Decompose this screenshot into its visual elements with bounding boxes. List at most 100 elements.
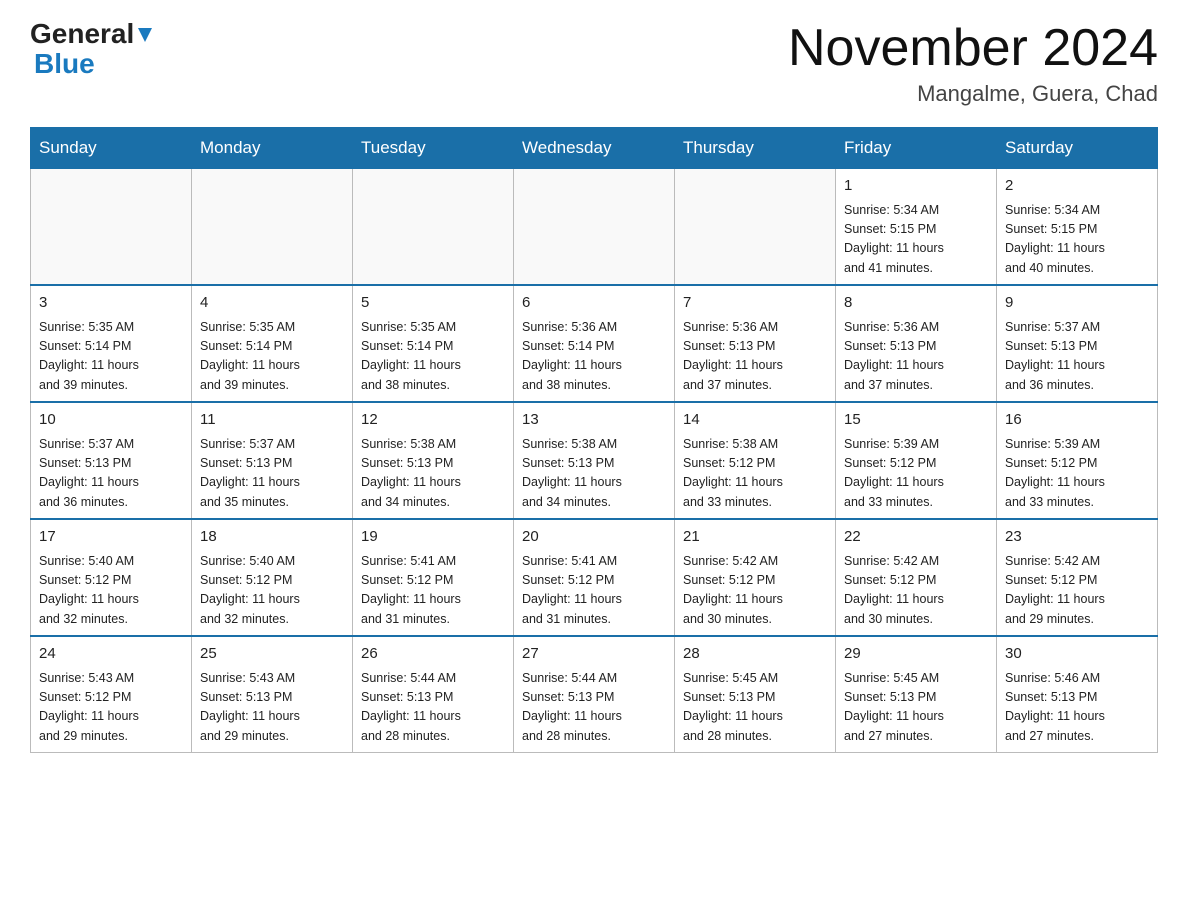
day-number: 26 <box>361 643 505 666</box>
day-number: 14 <box>683 409 827 432</box>
day-number: 21 <box>683 526 827 549</box>
day-info: Sunrise: 5:43 AMSunset: 5:12 PMDaylight:… <box>39 669 183 747</box>
day-number: 8 <box>844 292 988 315</box>
day-info: Sunrise: 5:38 AMSunset: 5:12 PMDaylight:… <box>683 435 827 513</box>
calendar-cell: 8 Sunrise: 5:36 AMSunset: 5:13 PMDaylight… <box>836 285 997 402</box>
calendar-header-row: SundayMondayTuesdayWednesdayThursdayFrid… <box>31 128 1158 169</box>
day-info: Sunrise: 5:37 AMSunset: 5:13 PMDaylight:… <box>1005 318 1149 396</box>
calendar-cell: 11 Sunrise: 5:37 AMSunset: 5:13 PMDayligh… <box>192 402 353 519</box>
calendar-cell: 13 Sunrise: 5:38 AMSunset: 5:13 PMDayligh… <box>514 402 675 519</box>
calendar-cell: 3 Sunrise: 5:35 AMSunset: 5:14 PMDaylight… <box>31 285 192 402</box>
calendar-week-row: 10 Sunrise: 5:37 AMSunset: 5:13 PMDayligh… <box>31 402 1158 519</box>
day-info: Sunrise: 5:39 AMSunset: 5:12 PMDaylight:… <box>844 435 988 513</box>
calendar-cell: 27Sunrise: 5:44 AMSunset: 5:13 PMDayligh… <box>514 636 675 753</box>
day-number: 28 <box>683 643 827 666</box>
day-number: 25 <box>200 643 344 666</box>
calendar-cell: 19 Sunrise: 5:41 AMSunset: 5:12 PMDayligh… <box>353 519 514 636</box>
col-header-saturday: Saturday <box>997 128 1158 169</box>
day-number: 15 <box>844 409 988 432</box>
col-header-tuesday: Tuesday <box>353 128 514 169</box>
day-number: 1 <box>844 175 988 198</box>
day-info: Sunrise: 5:44 AMSunset: 5:13 PMDaylight:… <box>522 669 666 747</box>
calendar-cell: 18Sunrise: 5:40 AMSunset: 5:12 PMDayligh… <box>192 519 353 636</box>
day-info: Sunrise: 5:34 AMSunset: 5:15 PMDaylight:… <box>844 201 988 279</box>
day-number: 16 <box>1005 409 1149 432</box>
calendar-cell: 1 Sunrise: 5:34 AMSunset: 5:15 PMDaylight… <box>836 169 997 286</box>
location-title: Mangalme, Guera, Chad <box>788 81 1158 107</box>
day-info: Sunrise: 5:35 AMSunset: 5:14 PMDaylight:… <box>200 318 344 396</box>
calendar-cell <box>192 169 353 286</box>
day-number: 11 <box>200 409 344 432</box>
calendar-table: SundayMondayTuesdayWednesdayThursdayFrid… <box>30 127 1158 753</box>
day-info: Sunrise: 5:35 AMSunset: 5:14 PMDaylight:… <box>361 318 505 396</box>
day-info: Sunrise: 5:45 AMSunset: 5:13 PMDaylight:… <box>844 669 988 747</box>
day-number: 23 <box>1005 526 1149 549</box>
day-number: 20 <box>522 526 666 549</box>
day-number: 18 <box>200 526 344 549</box>
calendar-week-row: 17Sunrise: 5:40 AMSunset: 5:12 PMDayligh… <box>31 519 1158 636</box>
day-info: Sunrise: 5:38 AMSunset: 5:13 PMDaylight:… <box>522 435 666 513</box>
day-number: 17 <box>39 526 183 549</box>
calendar-cell: 2Sunrise: 5:34 AMSunset: 5:15 PMDaylight… <box>997 169 1158 286</box>
calendar-cell: 14 Sunrise: 5:38 AMSunset: 5:12 PMDayligh… <box>675 402 836 519</box>
day-info: Sunrise: 5:38 AMSunset: 5:13 PMDaylight:… <box>361 435 505 513</box>
day-info: Sunrise: 5:42 AMSunset: 5:12 PMDaylight:… <box>844 552 988 630</box>
logo-part2: Blue <box>30 50 95 78</box>
day-number: 24 <box>39 643 183 666</box>
day-info: Sunrise: 5:44 AMSunset: 5:13 PMDaylight:… <box>361 669 505 747</box>
logo: General Blue <box>30 20 154 78</box>
day-number: 6 <box>522 292 666 315</box>
day-number: 19 <box>361 526 505 549</box>
day-number: 3 <box>39 292 183 315</box>
day-info: Sunrise: 5:42 AMSunset: 5:12 PMDaylight:… <box>1005 552 1149 630</box>
calendar-cell: 17Sunrise: 5:40 AMSunset: 5:12 PMDayligh… <box>31 519 192 636</box>
day-number: 13 <box>522 409 666 432</box>
calendar-cell: 9 Sunrise: 5:37 AMSunset: 5:13 PMDaylight… <box>997 285 1158 402</box>
col-header-thursday: Thursday <box>675 128 836 169</box>
calendar-week-row: 1 Sunrise: 5:34 AMSunset: 5:15 PMDaylight… <box>31 169 1158 286</box>
calendar-cell: 21 Sunrise: 5:42 AMSunset: 5:12 PMDayligh… <box>675 519 836 636</box>
calendar-cell <box>514 169 675 286</box>
day-info: Sunrise: 5:41 AMSunset: 5:12 PMDaylight:… <box>361 552 505 630</box>
calendar-cell: 12Sunrise: 5:38 AMSunset: 5:13 PMDayligh… <box>353 402 514 519</box>
calendar-cell: 24 Sunrise: 5:43 AMSunset: 5:12 PMDayligh… <box>31 636 192 753</box>
calendar-cell: 7Sunrise: 5:36 AMSunset: 5:13 PMDaylight… <box>675 285 836 402</box>
day-info: Sunrise: 5:34 AMSunset: 5:15 PMDaylight:… <box>1005 201 1149 279</box>
calendar-cell: 26 Sunrise: 5:44 AMSunset: 5:13 PMDayligh… <box>353 636 514 753</box>
day-number: 5 <box>361 292 505 315</box>
col-header-monday: Monday <box>192 128 353 169</box>
day-number: 9 <box>1005 292 1149 315</box>
calendar-cell <box>31 169 192 286</box>
day-number: 22 <box>844 526 988 549</box>
day-info: Sunrise: 5:42 AMSunset: 5:12 PMDaylight:… <box>683 552 827 630</box>
calendar-week-row: 24 Sunrise: 5:43 AMSunset: 5:12 PMDayligh… <box>31 636 1158 753</box>
day-number: 30 <box>1005 643 1149 666</box>
calendar-cell: 30Sunrise: 5:46 AMSunset: 5:13 PMDayligh… <box>997 636 1158 753</box>
day-info: Sunrise: 5:39 AMSunset: 5:12 PMDaylight:… <box>1005 435 1149 513</box>
day-info: Sunrise: 5:41 AMSunset: 5:12 PMDaylight:… <box>522 552 666 630</box>
calendar-cell: 25Sunrise: 5:43 AMSunset: 5:13 PMDayligh… <box>192 636 353 753</box>
day-info: Sunrise: 5:37 AMSunset: 5:13 PMDaylight:… <box>39 435 183 513</box>
calendar-cell <box>675 169 836 286</box>
day-number: 10 <box>39 409 183 432</box>
calendar-cell: 29 Sunrise: 5:45 AMSunset: 5:13 PMDayligh… <box>836 636 997 753</box>
calendar-week-row: 3 Sunrise: 5:35 AMSunset: 5:14 PMDaylight… <box>31 285 1158 402</box>
calendar-cell: 23 Sunrise: 5:42 AMSunset: 5:12 PMDayligh… <box>997 519 1158 636</box>
day-info: Sunrise: 5:45 AMSunset: 5:13 PMDaylight:… <box>683 669 827 747</box>
calendar-cell: 6 Sunrise: 5:36 AMSunset: 5:14 PMDaylight… <box>514 285 675 402</box>
calendar-cell: 5 Sunrise: 5:35 AMSunset: 5:14 PMDaylight… <box>353 285 514 402</box>
calendar-cell: 20 Sunrise: 5:41 AMSunset: 5:12 PMDayligh… <box>514 519 675 636</box>
day-info: Sunrise: 5:36 AMSunset: 5:14 PMDaylight:… <box>522 318 666 396</box>
month-title: November 2024 <box>788 20 1158 77</box>
day-info: Sunrise: 5:37 AMSunset: 5:13 PMDaylight:… <box>200 435 344 513</box>
title-block: November 2024 Mangalme, Guera, Chad <box>788 20 1158 107</box>
day-number: 7 <box>683 292 827 315</box>
col-header-sunday: Sunday <box>31 128 192 169</box>
calendar-cell: 22 Sunrise: 5:42 AMSunset: 5:12 PMDayligh… <box>836 519 997 636</box>
day-info: Sunrise: 5:35 AMSunset: 5:14 PMDaylight:… <box>39 318 183 396</box>
calendar-cell: 28 Sunrise: 5:45 AMSunset: 5:13 PMDayligh… <box>675 636 836 753</box>
col-header-wednesday: Wednesday <box>514 128 675 169</box>
day-number: 29 <box>844 643 988 666</box>
calendar-cell: 15 Sunrise: 5:39 AMSunset: 5:12 PMDayligh… <box>836 402 997 519</box>
day-info: Sunrise: 5:36 AMSunset: 5:13 PMDaylight:… <box>844 318 988 396</box>
